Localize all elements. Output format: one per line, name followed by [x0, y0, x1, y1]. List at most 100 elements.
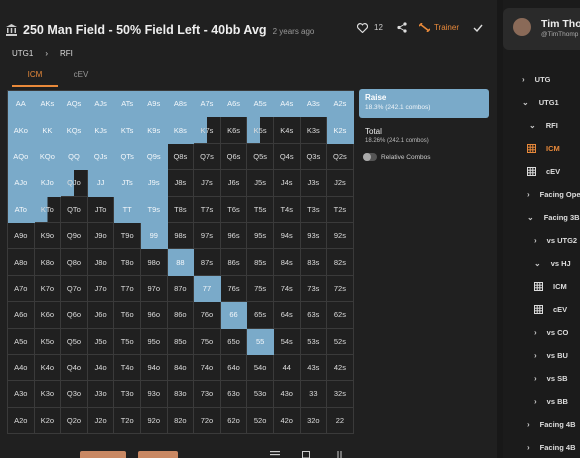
- hand-cell[interactable]: K3s: [300, 117, 328, 144]
- user-profile[interactable]: Tim Thor @TimThomp: [503, 8, 580, 50]
- hand-cell[interactable]: 54o: [247, 354, 274, 382]
- hand-cell[interactable]: K7o: [34, 275, 62, 303]
- hand-cell[interactable]: J8s: [167, 170, 195, 197]
- hand-cell[interactable]: KJo: [34, 170, 62, 197]
- sidebar-item[interactable]: ⌄ UTG1: [522, 98, 559, 107]
- hand-cell[interactable]: 74o: [194, 354, 221, 382]
- hand-cell[interactable]: 42s: [327, 354, 354, 382]
- hand-cell[interactable]: 32o: [300, 407, 328, 435]
- hand-cell[interactable]: J6s: [220, 170, 248, 197]
- sidebar-item[interactable]: › UTG: [522, 75, 551, 84]
- hand-cell[interactable]: J5o: [87, 328, 115, 355]
- sidebar-item[interactable]: ICM: [527, 144, 560, 153]
- sidebar-item[interactable]: › Facing 4B: [527, 420, 576, 429]
- toggle-switch[interactable]: [363, 153, 377, 161]
- hand-cell[interactable]: AJo: [8, 170, 35, 197]
- hand-cell[interactable]: K8o: [34, 249, 62, 276]
- hand-cell[interactable]: KJs: [87, 117, 115, 144]
- hand-cell[interactable]: 86o: [167, 302, 195, 329]
- hand-cell[interactable]: 82s: [327, 249, 354, 276]
- hand-cell[interactable]: J8o: [87, 249, 115, 276]
- hand-cell[interactable]: J9o: [87, 222, 115, 250]
- hand-cell[interactable]: 85s: [247, 249, 274, 276]
- hand-cell[interactable]: 75o: [194, 328, 221, 355]
- hand-cell[interactable]: T3o: [114, 381, 141, 408]
- hand-cell[interactable]: KTo: [34, 196, 62, 223]
- hand-cell[interactable]: A6s: [220, 91, 248, 118]
- hand-cell[interactable]: T4o: [114, 354, 141, 382]
- hand-cell[interactable]: ATo: [8, 196, 35, 223]
- hand-cell[interactable]: K4o: [34, 354, 62, 382]
- hand-cell[interactable]: KTs: [114, 117, 141, 144]
- sort-icon[interactable]: [336, 451, 344, 458]
- hand-cell[interactable]: 32s: [327, 381, 354, 408]
- hand-cell[interactable]: KQo: [34, 143, 62, 171]
- hand-cell[interactable]: 73o: [194, 381, 221, 408]
- hand-cell[interactable]: J7o: [87, 275, 115, 303]
- hand-cell[interactable]: 84o: [167, 354, 195, 382]
- hand-cell[interactable]: Q4o: [61, 354, 88, 382]
- hand-cell[interactable]: K7s: [194, 117, 221, 144]
- hand-cell[interactable]: J2s: [327, 170, 354, 197]
- hand-cell[interactable]: J4s: [273, 170, 301, 197]
- hand-cell[interactable]: 95s: [247, 222, 274, 250]
- hand-cell[interactable]: 96s: [220, 222, 248, 250]
- hand-cell[interactable]: AKo: [8, 117, 35, 144]
- hand-cell[interactable]: 75s: [247, 275, 274, 303]
- sidebar-item[interactable]: › Facing 4B: [527, 443, 576, 452]
- hand-cell[interactable]: 74s: [273, 275, 301, 303]
- hand-cell[interactable]: K2s: [327, 117, 354, 144]
- hand-cell[interactable]: 97s: [194, 222, 221, 250]
- hand-cell[interactable]: 88: [167, 249, 195, 276]
- hand-cell[interactable]: A3s: [300, 91, 328, 118]
- hand-cell[interactable]: Q2o: [61, 407, 88, 435]
- hand-cell[interactable]: A3o: [8, 381, 35, 408]
- hand-cell[interactable]: TT: [114, 196, 141, 223]
- hand-cell[interactable]: 87s: [194, 249, 221, 276]
- hand-cell[interactable]: 83s: [300, 249, 328, 276]
- hand-cell[interactable]: JTs: [114, 170, 141, 197]
- hand-cell[interactable]: J3o: [87, 381, 115, 408]
- hand-cell[interactable]: JTo: [87, 196, 115, 223]
- hand-cell[interactable]: 63s: [300, 302, 328, 329]
- hand-cell[interactable]: 94s: [273, 222, 301, 250]
- hand-cell[interactable]: Q5s: [247, 143, 274, 171]
- hand-cell[interactable]: T5o: [114, 328, 141, 355]
- hand-cell[interactable]: 94o: [140, 354, 168, 382]
- hand-cell[interactable]: Q4s: [273, 143, 301, 171]
- hand-cell[interactable]: 99: [140, 222, 168, 250]
- hand-cell[interactable]: AJs: [87, 91, 115, 118]
- hand-cell[interactable]: AA: [8, 91, 35, 118]
- hand-cell[interactable]: Q7o: [61, 275, 88, 303]
- hand-cell[interactable]: T7o: [114, 275, 141, 303]
- hand-cell[interactable]: A8s: [167, 91, 195, 118]
- hand-cell[interactable]: QJs: [87, 143, 115, 171]
- document-icon[interactable]: [302, 451, 310, 458]
- hand-cell[interactable]: K9o: [34, 222, 62, 250]
- hand-cell[interactable]: 43s: [300, 354, 328, 382]
- hand-cell[interactable]: 72s: [327, 275, 354, 303]
- hand-cell[interactable]: 64s: [273, 302, 301, 329]
- hand-cell[interactable]: 54s: [273, 328, 301, 355]
- hand-cell[interactable]: T6s: [220, 196, 248, 223]
- hand-cell[interactable]: 62s: [327, 302, 354, 329]
- hand-cell[interactable]: AQs: [61, 91, 88, 118]
- hand-cell[interactable]: 65s: [247, 302, 274, 329]
- hand-cell[interactable]: Q7s: [194, 143, 221, 171]
- hand-cell[interactable]: 72o: [194, 407, 221, 435]
- hand-cell[interactable]: A4s: [273, 91, 301, 118]
- toolbar-button-2[interactable]: [138, 451, 178, 458]
- hand-cell[interactable]: 95o: [140, 328, 168, 355]
- hand-cell[interactable]: 42o: [273, 407, 301, 435]
- hand-cell[interactable]: 77: [194, 275, 221, 303]
- hand-cell[interactable]: A5o: [8, 328, 35, 355]
- hand-cell[interactable]: QQ: [61, 143, 88, 171]
- raise-action-card[interactable]: Raise 18.3% (242.1 combos): [359, 89, 489, 118]
- hand-cell[interactable]: A7s: [194, 91, 221, 118]
- hand-cell[interactable]: K2o: [34, 407, 62, 435]
- hand-cell[interactable]: 73s: [300, 275, 328, 303]
- heart-icon[interactable]: [357, 22, 369, 33]
- hand-cell[interactable]: 86s: [220, 249, 248, 276]
- hand-cell[interactable]: 62o: [220, 407, 248, 435]
- hand-cell[interactable]: 96o: [140, 302, 168, 329]
